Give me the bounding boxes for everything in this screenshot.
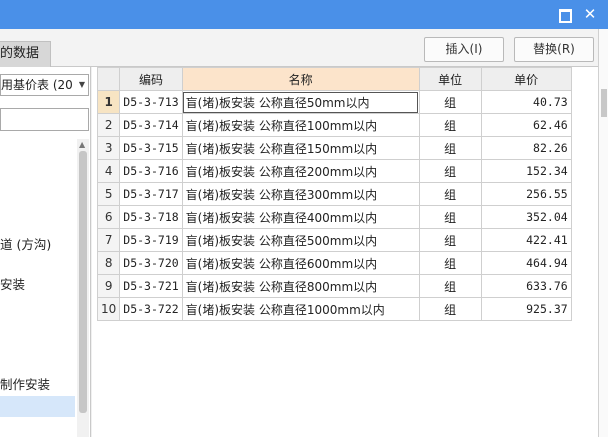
tree-scrollbar[interactable]: ▲ bbox=[77, 139, 89, 437]
row-number[interactable]: 6 bbox=[96, 205, 121, 229]
row-number-header bbox=[96, 67, 121, 91]
scrollbar-thumb[interactable] bbox=[79, 151, 87, 413]
close-icon[interactable]: ✕ bbox=[582, 6, 598, 22]
code-cell[interactable]: D5-3-720 bbox=[119, 251, 183, 275]
row-number[interactable]: 4 bbox=[96, 159, 121, 183]
price-cell[interactable]: 40.73 bbox=[480, 90, 572, 114]
unit-cell[interactable]: 组 bbox=[418, 159, 482, 183]
unit-cell[interactable]: 组 bbox=[418, 182, 482, 206]
table-row[interactable]: 4 D5-3-716 盲(堵)板安装 公称直径200mm以内组 152.34 bbox=[96, 159, 572, 183]
unit-cell[interactable]: 组 bbox=[418, 297, 482, 321]
insert-button[interactable]: 插入(I) bbox=[424, 37, 504, 62]
unit-cell[interactable]: 组 bbox=[418, 274, 482, 298]
code-column-header[interactable]: 编码 bbox=[119, 67, 183, 91]
unit-cell[interactable]: 组 bbox=[418, 228, 482, 252]
name-cell[interactable]: 盲(堵)板安装 公称直径300mm以内 bbox=[181, 182, 420, 206]
code-cell[interactable]: D5-3-722 bbox=[119, 297, 183, 321]
search-input[interactable] bbox=[0, 108, 89, 131]
name-cell[interactable]: 盲(堵)板安装 公称直径1000mm以内 bbox=[181, 297, 420, 321]
table-row[interactable]: 7 D5-3-719 盲(堵)板安装 公称直径500mm以内组 422.41 bbox=[96, 228, 572, 252]
row-number[interactable]: 2 bbox=[96, 113, 121, 137]
chevron-down-icon: ▼ bbox=[78, 80, 85, 89]
row-number[interactable]: 10 bbox=[96, 297, 121, 321]
scroll-up-icon[interactable]: ▲ bbox=[79, 140, 85, 149]
row-number[interactable]: 9 bbox=[96, 274, 121, 298]
price-cell[interactable]: 352.04 bbox=[480, 205, 572, 229]
row-number[interactable]: 5 bbox=[96, 182, 121, 206]
unit-cell[interactable]: 组 bbox=[418, 251, 482, 275]
unit-cell[interactable]: 组 bbox=[418, 205, 482, 229]
name-cell[interactable]: 盲(堵)板安装 公称直径200mm以内 bbox=[181, 159, 420, 183]
table-row[interactable]: 1 D5-3-713 盲(堵)板安装 公称直径50mm以内组 40.73 bbox=[96, 90, 572, 114]
code-cell[interactable]: D5-3-714 bbox=[119, 113, 183, 137]
unit-cell[interactable]: 组 bbox=[418, 136, 482, 160]
name-cell[interactable]: 盲(堵)板安装 公称直径500mm以内 bbox=[181, 228, 420, 252]
price-cell[interactable]: 256.55 bbox=[480, 182, 572, 206]
row-number[interactable]: 3 bbox=[96, 136, 121, 160]
name-column-header[interactable]: 名称 bbox=[181, 67, 420, 91]
tree-selection[interactable] bbox=[0, 396, 75, 417]
unit-cell[interactable]: 组 bbox=[418, 90, 482, 114]
table-row[interactable]: 5 D5-3-717 盲(堵)板安装 公称直径300mm以内组 256.55 bbox=[96, 182, 572, 206]
name-cell[interactable]: 盲(堵)板安装 公称直径600mm以内 bbox=[181, 251, 420, 275]
price-cell[interactable]: 422.41 bbox=[480, 228, 572, 252]
code-cell[interactable]: D5-3-715 bbox=[119, 136, 183, 160]
code-cell[interactable]: D5-3-721 bbox=[119, 274, 183, 298]
price-cell[interactable]: 464.94 bbox=[480, 251, 572, 275]
maximize-icon[interactable] bbox=[556, 6, 572, 23]
edge-handle[interactable] bbox=[601, 89, 607, 117]
tree-item[interactable]: 制作安装 bbox=[0, 375, 78, 395]
price-cell[interactable]: 152.34 bbox=[480, 159, 572, 183]
table-row[interactable]: 2 D5-3-714 盲(堵)板安装 公称直径100mm以内组 62.46 bbox=[96, 113, 572, 137]
price-cell[interactable]: 925.37 bbox=[480, 297, 572, 321]
table-row[interactable]: 9 D5-3-721 盲(堵)板安装 公称直径800mm以内组 633.76 bbox=[96, 274, 572, 298]
tree-item[interactable]: 安装 bbox=[0, 275, 78, 295]
quota-table: 编码 名称 单位 单价 1 D5-3-713 盲(堵)板安装 公称直径50mm以内组… bbox=[96, 67, 572, 321]
tab-data[interactable]: 的数据 bbox=[0, 41, 51, 67]
table-row[interactable]: 8 D5-3-720 盲(堵)板安装 公称直径600mm以内组 464.94 bbox=[96, 251, 572, 275]
price-column-header[interactable]: 单价 bbox=[480, 67, 572, 91]
name-cell[interactable]: 盲(堵)板安装 公称直径800mm以内 bbox=[181, 274, 420, 298]
row-number[interactable]: 7 bbox=[96, 228, 121, 252]
price-cell[interactable]: 62.46 bbox=[480, 113, 572, 137]
price-cell[interactable]: 82.26 bbox=[480, 136, 572, 160]
name-cell[interactable]: 盲(堵)板安装 公称直径50mm以内 bbox=[181, 90, 420, 114]
name-cell[interactable]: 盲(堵)板安装 公称直径400mm以内 bbox=[181, 205, 420, 229]
tree-item[interactable]: 道 (方沟) bbox=[0, 235, 78, 255]
row-number[interactable]: 1 bbox=[96, 90, 121, 114]
left-panel: 用基价表 (20 ▼ 道 (方沟) 安装 制作安装 ▲ bbox=[0, 67, 91, 437]
code-cell[interactable]: D5-3-713 bbox=[119, 90, 183, 114]
table-row[interactable]: 10 D5-3-722 盲(堵)板安装 公称直径1000mm以内组 925.37 bbox=[96, 297, 572, 321]
replace-button[interactable]: 替换(R) bbox=[514, 37, 594, 62]
table-row[interactable]: 6 D5-3-718 盲(堵)板安装 公称直径400mm以内组 352.04 bbox=[96, 205, 572, 229]
unit-column-header[interactable]: 单位 bbox=[418, 67, 482, 91]
code-cell[interactable]: D5-3-717 bbox=[119, 182, 183, 206]
code-cell[interactable]: D5-3-718 bbox=[119, 205, 183, 229]
title-bar: ✕ bbox=[0, 0, 608, 29]
table-row[interactable]: 3 D5-3-715 盲(堵)板安装 公称直径150mm以内组 82.26 bbox=[96, 136, 572, 160]
price-table-select[interactable]: 用基价表 (20 ▼ bbox=[0, 74, 89, 96]
unit-cell[interactable]: 组 bbox=[418, 113, 482, 137]
right-panel-edge bbox=[598, 29, 608, 437]
row-number[interactable]: 8 bbox=[96, 251, 121, 275]
code-cell[interactable]: D5-3-716 bbox=[119, 159, 183, 183]
name-cell[interactable]: 盲(堵)板安装 公称直径150mm以内 bbox=[181, 136, 420, 160]
price-table-select-value: 用基价表 (20 bbox=[1, 78, 73, 92]
code-cell[interactable]: D5-3-719 bbox=[119, 228, 183, 252]
name-cell[interactable]: 盲(堵)板安装 公称直径100mm以内 bbox=[181, 113, 420, 137]
quota-grid-area: 编码 名称 单位 单价 1 D5-3-713 盲(堵)板安装 公称直径50mm以内组… bbox=[92, 67, 598, 437]
price-cell[interactable]: 633.76 bbox=[480, 274, 572, 298]
tab-strip: 的数据 插入(I) 替换(R) bbox=[0, 29, 608, 67]
